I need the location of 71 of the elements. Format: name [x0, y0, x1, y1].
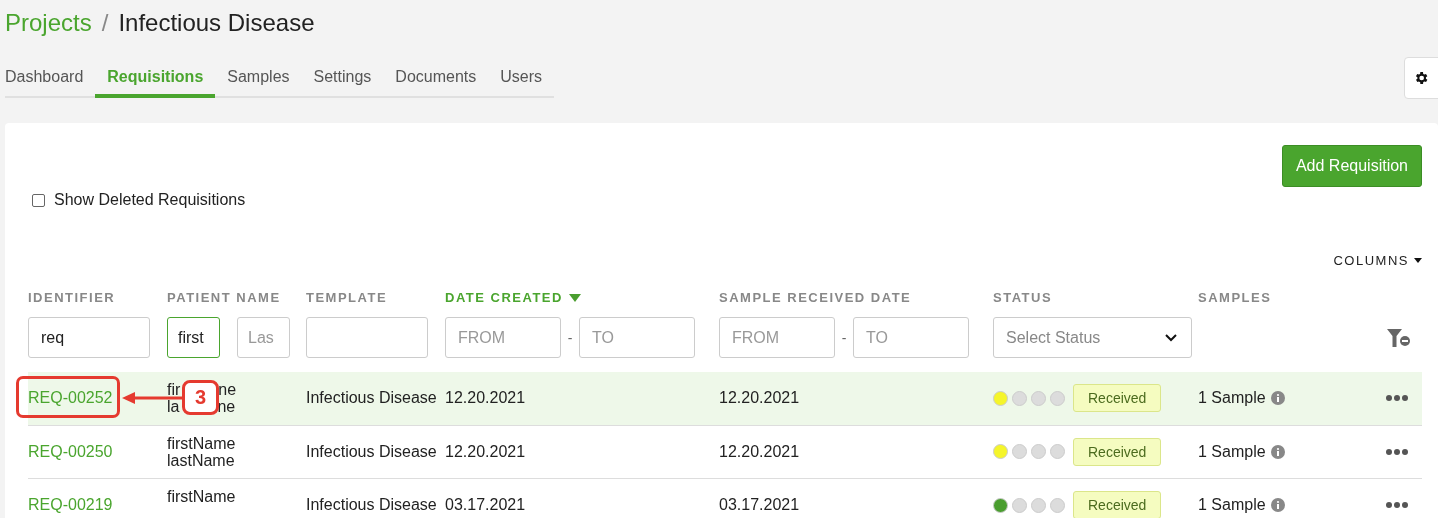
table-cell-text: 12.20.2021 [445, 442, 527, 461]
input-field[interactable] [306, 317, 428, 358]
column-header[interactable]: IDENTIFIER [28, 290, 167, 305]
column-header[interactable]: SAMPLES [1198, 290, 1372, 305]
table-cell-text: Infectious Disease [306, 389, 438, 408]
range-dash: - [566, 329, 574, 346]
column-header[interactable]: PATIENT NAME [167, 290, 306, 305]
table-row[interactable]: REQ-00219 firstName Infectious Disease 03.17.2021 03.17.2021 Received 1 Sample [28, 479, 1422, 518]
requisition-link[interactable]: REQ-00219 [28, 496, 167, 515]
callout-number: 3 [182, 380, 219, 415]
range-dash: - [840, 329, 848, 346]
tab[interactable]: Requisitions [95, 61, 216, 98]
input-field[interactable]: TO [853, 317, 969, 358]
status-badge: Received [1073, 491, 1162, 518]
tab[interactable]: Samples [215, 61, 302, 98]
sort-icon [568, 293, 581, 302]
patient-name: ne [218, 381, 237, 399]
caret-icon [1414, 258, 1422, 263]
settings-button[interactable] [1404, 57, 1438, 99]
tab[interactable]: Settings [301, 61, 384, 98]
status-badge: Received [1073, 437, 1162, 466]
table-cell-text: 03.17.2021 [719, 496, 801, 515]
info-icon[interactable] [1270, 444, 1285, 459]
more-icon[interactable] [1386, 502, 1408, 509]
table-cell-text: Infectious Disease [306, 442, 438, 461]
input-field[interactable]: req [28, 317, 150, 358]
table-cell-text: Infectious Disease [306, 496, 438, 515]
table-cell: 1 Sample [1198, 389, 1266, 408]
column-header[interactable]: SAMPLE RECEIVED DATE [719, 290, 993, 305]
patient-name: fir [167, 381, 181, 399]
table-cell-text: 12.20.2021 [445, 389, 527, 408]
clear-filter-icon[interactable] [1386, 327, 1412, 348]
info-icon[interactable] [1270, 498, 1285, 513]
table-cell-text: 12.20.2021 [719, 389, 801, 408]
patient-name: firstName [167, 488, 236, 506]
requisition-link[interactable]: REQ-00250 [28, 442, 167, 461]
breadcrumb-separator: / [101, 9, 109, 37]
checkbox-label: Show Deleted Requisitions [54, 191, 246, 209]
tab[interactable]: Dashboard [5, 61, 96, 98]
patient-name: lastName [167, 451, 235, 469]
patient-name: firstName [167, 434, 236, 452]
checkbox[interactable] [32, 193, 45, 207]
table-cell: 1 Sample [1198, 496, 1266, 515]
patient-name: la [167, 398, 180, 416]
table-cell-text: 03.17.2021 [445, 496, 527, 515]
status-badge: Received [1073, 384, 1162, 413]
more-icon[interactable] [1386, 395, 1408, 402]
column-header[interactable]: TEMPLATE [306, 290, 445, 305]
requisition-link[interactable]: REQ-00252 [28, 389, 167, 408]
status-select[interactable]: Select Status [993, 317, 1192, 358]
info-icon[interactable] [1270, 391, 1285, 406]
table-cell-text: 12.20.2021 [719, 442, 801, 461]
input-field[interactable]: FROM [445, 317, 561, 358]
settings-icon [1413, 70, 1429, 86]
page-title: Infectious Disease [118, 9, 315, 37]
input-field[interactable]: TO [579, 317, 695, 358]
more-icon[interactable] [1386, 448, 1408, 455]
chevron-down-icon [1165, 333, 1177, 342]
column-header[interactable]: STATUS [993, 290, 1198, 305]
tab[interactable]: Users [488, 61, 555, 98]
input-field[interactable]: FROM [719, 317, 835, 358]
input-field[interactable]: Las [237, 317, 290, 358]
add-requisition-button[interactable]: Add Requisition [1281, 145, 1422, 187]
tab[interactable]: Documents [383, 61, 489, 98]
input-field[interactable]: first [167, 317, 220, 358]
columns-button[interactable]: COLUMNS [1333, 253, 1422, 268]
table-row[interactable]: REQ-00250 firstName lastName Infectious Disease 12.20.2021 12.20.2021 Received 1 Sample [28, 425, 1422, 479]
patient-name: ne [217, 398, 236, 416]
table-cell: 1 Sample [1198, 442, 1266, 461]
column-header[interactable]: DATE CREATED [445, 290, 719, 305]
breadcrumb-link[interactable]: Projects [5, 9, 92, 37]
